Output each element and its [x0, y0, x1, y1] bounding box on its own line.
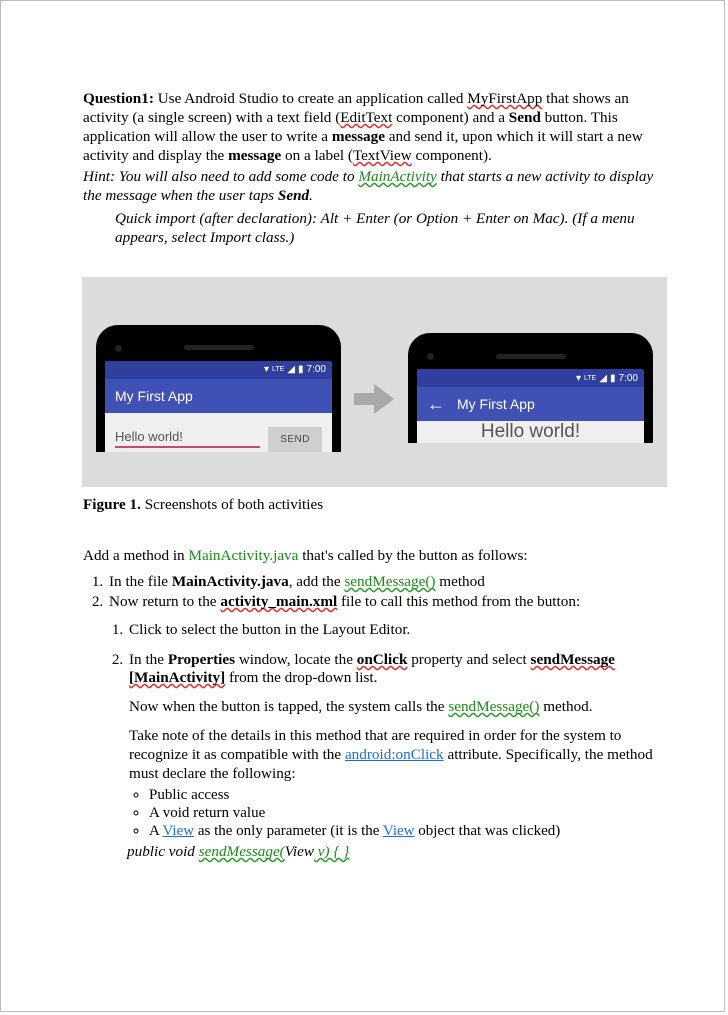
substeps-list: Click to select the button in the Layout…	[83, 621, 666, 861]
requirements-list: Public access A void return value A View…	[129, 787, 666, 840]
method-name: sendMessage()	[448, 698, 539, 715]
status-bar: ▾ LTE ◢ ▮ 7:00	[417, 369, 644, 387]
textview-term: TextView	[353, 147, 412, 164]
req-public: Public access	[149, 787, 666, 804]
phone-mockup-1: ▾ LTE ◢ ▮ 7:00 My First App Hello world!…	[96, 325, 341, 452]
battery-icon: ▮	[610, 373, 616, 384]
cell-icon: ◢	[599, 373, 607, 384]
app-title: My First App	[115, 388, 193, 404]
step-1: In the file MainActivity.java, add the s…	[107, 573, 666, 591]
arrow-icon	[349, 388, 401, 410]
cell-icon: ◢	[287, 364, 295, 375]
lte-icon: LTE	[584, 375, 596, 382]
lte-icon: LTE	[272, 366, 284, 373]
status-bar: ▾ LTE ◢ ▮ 7:00	[105, 361, 332, 379]
question-label: Question1:	[83, 90, 154, 107]
mainactivity-term: MainActivity	[358, 168, 436, 185]
steps-list: In the file MainActivity.java, add the s…	[83, 573, 666, 611]
message-input[interactable]: Hello world!	[115, 427, 260, 448]
send-bold: Send	[509, 109, 541, 126]
android-onclick-link[interactable]: android:onClick	[345, 746, 444, 763]
req-view: A View as the only parameter (it is the …	[149, 823, 666, 840]
battery-icon: ▮	[298, 364, 304, 375]
substep-2: In the Properties window, locate the onC…	[127, 651, 666, 861]
instructions-lead: Add a method in MainActivity.java that's…	[83, 546, 666, 565]
result-text: Hello world!	[417, 421, 644, 443]
document-page: Question1: Use Android Studio to create …	[0, 0, 725, 1012]
method-name: sendMessage()	[344, 573, 435, 590]
file-link-green: MainActivity.java	[188, 547, 298, 564]
send-button[interactable]: SEND	[268, 427, 322, 452]
speaker-icon	[184, 345, 254, 350]
req-void: A void return value	[149, 805, 666, 822]
clock-text: 7:00	[619, 373, 638, 384]
back-icon[interactable]: ←	[427, 395, 445, 413]
app-bar: My First App	[105, 379, 332, 413]
onclick-term: onClick	[357, 651, 408, 668]
signal-icon: ▾	[264, 364, 269, 375]
clock-text: 7:00	[307, 364, 326, 375]
question1-paragraph: Question1: Use Android Studio to create …	[83, 89, 666, 165]
quick-import-note: Quick import (after declaration): Alt + …	[115, 209, 666, 247]
camera-icon	[115, 345, 122, 352]
speaker-icon	[496, 354, 566, 359]
hint-paragraph: Hint: You will also need to add some cod…	[83, 167, 666, 205]
signal-icon: ▾	[576, 373, 581, 384]
edittext-term: EditText	[340, 109, 392, 126]
view-link[interactable]: View	[162, 823, 194, 839]
camera-icon	[427, 353, 434, 360]
figure-caption: Figure 1. Screenshots of both activities	[83, 495, 666, 514]
app-name: MyFirstApp	[467, 90, 542, 107]
phone-mockup-2: ▾ LTE ◢ ▮ 7:00 ← My First App Hello worl…	[408, 333, 653, 443]
view-link[interactable]: View	[383, 823, 415, 839]
substep-1: Click to select the button in the Layout…	[127, 621, 666, 639]
method-signature: public void sendMessage(View v) { }	[127, 842, 666, 861]
app-title: My First App	[457, 396, 535, 412]
app-bar: ← My First App	[417, 387, 644, 421]
figure-panel: ▾ LTE ◢ ▮ 7:00 My First App Hello world!…	[82, 277, 667, 487]
step-2: Now return to the activity_main.xml file…	[107, 593, 666, 611]
